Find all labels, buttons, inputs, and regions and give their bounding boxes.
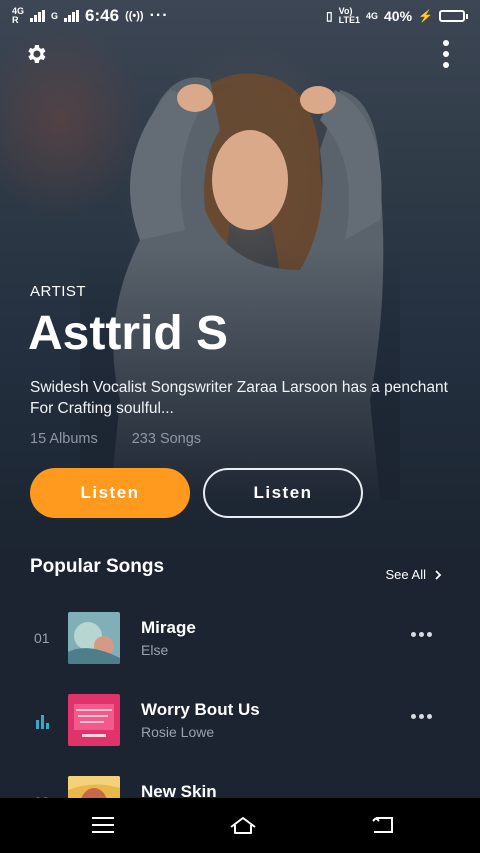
vibrate-icon: ▯ bbox=[326, 9, 333, 23]
signal-icon-2 bbox=[64, 10, 80, 22]
song-index: 01 bbox=[34, 630, 50, 646]
album-cover bbox=[68, 612, 120, 664]
home-icon[interactable] bbox=[228, 814, 258, 836]
song-row[interactable]: 01 Mirage Else bbox=[0, 612, 480, 676]
kebab-menu-icon[interactable] bbox=[442, 40, 450, 68]
top-toolbar bbox=[0, 38, 480, 70]
song-row[interactable]: Worry Bout Us Rosie Lowe bbox=[0, 694, 480, 758]
network-roaming-label: R bbox=[12, 15, 19, 25]
more-notifications-icon: ··· bbox=[149, 7, 169, 24]
more-horizontal-icon[interactable] bbox=[411, 714, 432, 719]
hamburger-icon[interactable] bbox=[90, 814, 116, 836]
charging-icon: ⚡ bbox=[418, 9, 433, 23]
status-left: 4G R G 6:46 ((•)) ··· bbox=[12, 6, 169, 26]
volte-indicator: Vo) LTE1 bbox=[339, 7, 360, 25]
album-cover bbox=[68, 694, 120, 746]
song-title: Mirage bbox=[141, 618, 196, 637]
gear-icon[interactable] bbox=[24, 42, 48, 66]
artist-label: ARTIST bbox=[30, 283, 87, 300]
see-all-label: See All bbox=[385, 567, 426, 582]
see-all-link[interactable]: See All bbox=[386, 567, 442, 582]
artist-name: Asttrid S bbox=[28, 307, 229, 360]
network-label-2: G bbox=[51, 10, 59, 21]
popular-songs-title: Popular Songs bbox=[30, 556, 165, 577]
song-title: Worry Bout Us bbox=[141, 700, 260, 719]
songs-count: 233 Songs bbox=[131, 431, 202, 447]
signal-icon bbox=[30, 10, 46, 22]
clock: 6:46 bbox=[85, 6, 120, 25]
network-indicator-1: 4G R bbox=[12, 7, 24, 25]
now-playing-icon bbox=[36, 715, 50, 729]
song-artist: Else bbox=[141, 642, 169, 658]
listen-outline-button[interactable]: Listen bbox=[203, 468, 363, 518]
listen-button[interactable]: Listen bbox=[30, 468, 190, 518]
system-nav-bar bbox=[0, 798, 480, 853]
albums-count: 15 Albums bbox=[30, 431, 98, 447]
status-bar: 4G R G 6:46 ((•)) ··· ▯ Vo) LTE1 4G 40% … bbox=[0, 0, 480, 32]
status-right: ▯ Vo) LTE1 4G 40% ⚡ bbox=[326, 7, 468, 25]
artist-stats: 15 Albums 233 Songs bbox=[30, 431, 201, 447]
hotspot-icon: ((•)) bbox=[125, 10, 144, 22]
more-horizontal-icon[interactable] bbox=[411, 632, 432, 637]
battery-icon bbox=[439, 10, 468, 22]
network-label-3: 4G bbox=[366, 10, 379, 21]
chevron-right-icon bbox=[435, 569, 442, 580]
lte-label: LTE1 bbox=[338, 15, 360, 25]
back-icon[interactable] bbox=[370, 814, 396, 836]
artist-description: Swidesh Vocalist Songswriter Zaraa Larso… bbox=[30, 379, 448, 417]
song-artist: Rosie Lowe bbox=[141, 724, 215, 740]
battery-percent: 40% bbox=[384, 8, 413, 24]
